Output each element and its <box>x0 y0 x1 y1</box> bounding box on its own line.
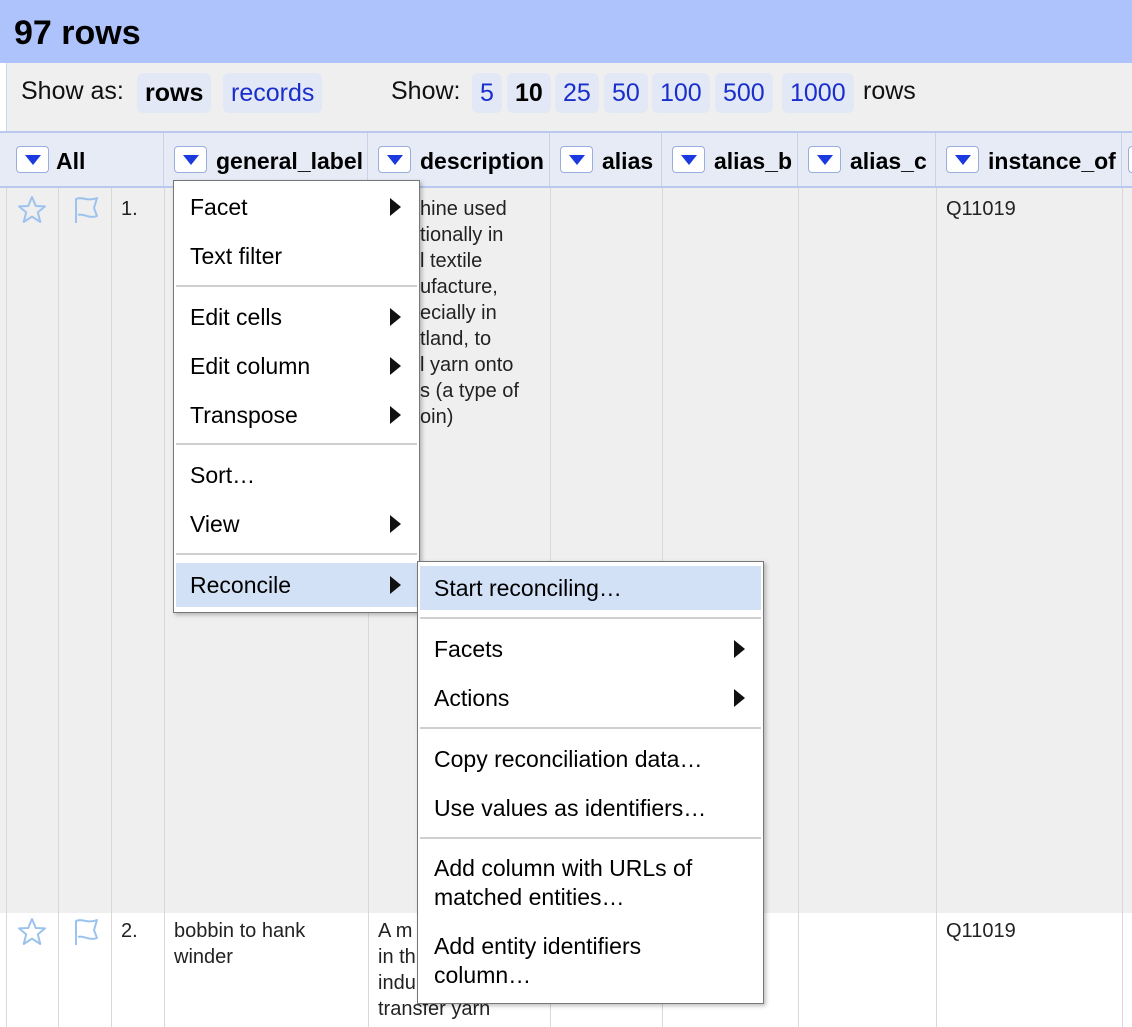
page-size-5[interactable]: 5 <box>472 73 502 113</box>
submenu-arrow-icon <box>734 640 745 658</box>
description-cell: hine used tionally in l textile ufacture… <box>420 198 519 428</box>
reconcile-submenu: Start reconciling… Facets Actions Copy r… <box>417 561 764 1004</box>
menu-item-use-values-as-identifiers[interactable]: Use values as identifiers… <box>420 786 761 830</box>
row-count-title: 97 rows <box>14 14 141 52</box>
table-header: All general_label description alias alia… <box>0 131 1132 188</box>
general-label-cell[interactable]: bobbin to hank winder <box>174 918 305 970</box>
menu-item-copy-reconciliation-data[interactable]: Copy reconciliation data… <box>420 737 761 781</box>
column-dropdown-icon[interactable] <box>174 146 207 173</box>
instance-of-cell[interactable]: Q11019 <box>946 918 1016 944</box>
page-size-25[interactable]: 25 <box>555 73 599 113</box>
column-header-alias-c[interactable]: alias_c <box>798 133 936 186</box>
column-header-alias-b[interactable]: alias_b <box>662 133 798 186</box>
row-index: 2. <box>121 920 138 942</box>
menu-item-edit-cells[interactable]: Edit cells <box>176 295 417 339</box>
column-header-alias[interactable]: alias <box>550 133 662 186</box>
menu-item-add-entity-identifiers-column[interactable]: Add entity identifiers column… <box>420 932 761 990</box>
flag-icon[interactable] <box>70 194 102 226</box>
show-label: Show: <box>391 77 461 105</box>
column-header-instance-of[interactable]: instance_of <box>936 133 1122 186</box>
menu-item-actions[interactable]: Actions <box>420 676 761 720</box>
project-header: 97 rows <box>0 0 1132 63</box>
menu-item-sort[interactable]: Sort… <box>176 453 417 497</box>
menu-item-start-reconciling[interactable]: Start reconciling… <box>420 566 761 610</box>
column-label: alias <box>602 148 654 174</box>
view-controls: Show as: rows records Show: 5 10 25 50 1… <box>6 63 1132 131</box>
column-menu: Facet Text filter Edit cells Edit column… <box>173 180 420 613</box>
column-label: alias_c <box>850 148 927 174</box>
column-header-next[interactable] <box>1122 133 1132 186</box>
instance-of-cell[interactable]: Q11019 <box>946 196 1016 222</box>
page-size-50[interactable]: 50 <box>604 73 648 113</box>
column-label: general_label <box>216 148 364 174</box>
column-dropdown-icon[interactable] <box>946 146 979 173</box>
rows-suffix: rows <box>863 77 916 105</box>
column-label: instance_of <box>988 148 1116 174</box>
column-header-general-label[interactable]: general_label <box>164 133 368 186</box>
menu-item-reconcile[interactable]: Reconcile <box>176 563 417 607</box>
column-label: All <box>56 148 86 174</box>
column-header-description[interactable]: description <box>368 133 550 186</box>
page-size-10[interactable]: 10 <box>507 73 551 113</box>
row-index: 1. <box>121 198 138 220</box>
column-label: description <box>420 148 544 174</box>
column-dropdown-icon[interactable] <box>378 146 411 173</box>
column-dropdown-icon[interactable] <box>16 146 49 173</box>
column-header-all[interactable]: All <box>6 133 164 186</box>
menu-item-view[interactable]: View <box>176 502 417 546</box>
column-label: alias_b <box>714 148 792 174</box>
menu-item-add-url-column[interactable]: Add column with URLs of matched entities… <box>420 854 761 912</box>
menu-item-facet[interactable]: Facet <box>176 185 417 229</box>
menu-item-text-filter[interactable]: Text filter <box>176 234 417 278</box>
column-dropdown-icon[interactable] <box>1128 146 1132 173</box>
star-icon[interactable] <box>16 194 48 226</box>
show-as-records[interactable]: records <box>223 73 323 113</box>
flag-icon[interactable] <box>70 916 102 948</box>
show-as-label: Show as: <box>21 77 124 105</box>
star-icon[interactable] <box>16 916 48 948</box>
submenu-arrow-icon <box>390 515 401 533</box>
page-size-100[interactable]: 100 <box>652 73 710 113</box>
submenu-arrow-icon <box>390 576 401 594</box>
submenu-arrow-icon <box>734 689 745 707</box>
submenu-arrow-icon <box>390 406 401 424</box>
submenu-arrow-icon <box>390 308 401 326</box>
page-size-500[interactable]: 500 <box>715 73 773 113</box>
menu-item-facets[interactable]: Facets <box>420 627 761 671</box>
menu-item-transpose[interactable]: Transpose <box>176 393 417 437</box>
menu-item-edit-column[interactable]: Edit column <box>176 344 417 388</box>
submenu-arrow-icon <box>390 357 401 375</box>
submenu-arrow-icon <box>390 198 401 216</box>
column-dropdown-icon[interactable] <box>808 146 841 173</box>
column-dropdown-icon[interactable] <box>672 146 705 173</box>
page-size-1000[interactable]: 1000 <box>782 73 854 113</box>
show-as-rows[interactable]: rows <box>137 73 212 113</box>
column-dropdown-icon[interactable] <box>560 146 593 173</box>
